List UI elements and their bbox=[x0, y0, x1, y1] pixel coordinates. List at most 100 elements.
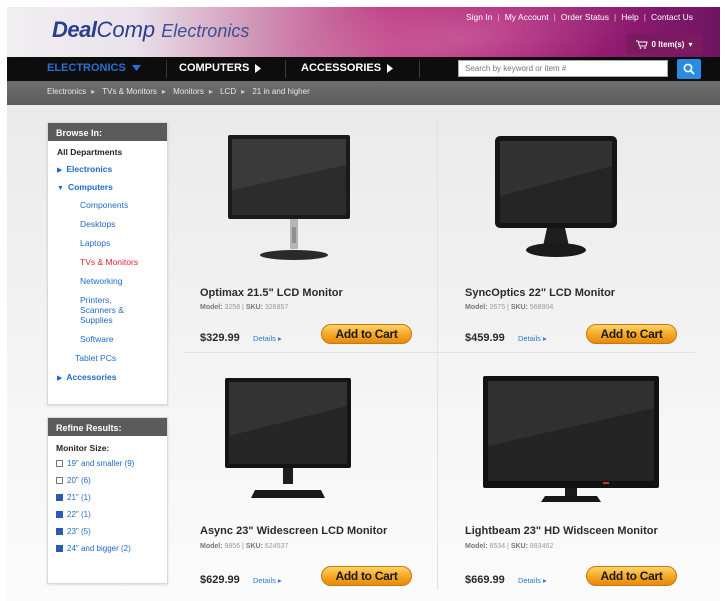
category-accessories-label: Accessories bbox=[66, 372, 117, 382]
triangle-right-icon: ▶ bbox=[57, 375, 63, 382]
details-label: Details bbox=[518, 576, 541, 585]
product-name[interactable]: Optimax 21.5" LCD Monitor bbox=[200, 287, 343, 299]
filter-20[interactable]: 20" (6) bbox=[48, 476, 167, 485]
model-label: Model: bbox=[465, 304, 488, 311]
details-link[interactable]: Details ▸ bbox=[518, 576, 547, 585]
filter-label: 24" and bigger (2) bbox=[67, 544, 131, 553]
sku-label: SKU: bbox=[245, 543, 263, 550]
product-image-monitor[interactable] bbox=[225, 378, 351, 508]
product-name[interactable]: Async 23" Widescreen LCD Monitor bbox=[200, 525, 387, 537]
contact-us-link[interactable]: Contact Us bbox=[646, 12, 698, 22]
checkbox-checked[interactable] bbox=[56, 511, 63, 518]
breadcrumb-monitors[interactable]: Monitors bbox=[173, 87, 204, 96]
search-icon bbox=[683, 63, 695, 75]
category-computers-label: Computers bbox=[67, 182, 113, 192]
model-label: Model: bbox=[465, 543, 488, 550]
cart-button[interactable]: 0 Item(s) ▾ bbox=[626, 34, 702, 54]
nav-divider bbox=[166, 60, 167, 78]
logo-electronics: Electronics bbox=[161, 21, 250, 41]
filter-label: 23" (5) bbox=[67, 527, 91, 536]
filter-23[interactable]: 23" (5) bbox=[48, 527, 167, 536]
category-list: All Departments ▶ Electronics ▼ Computers … bbox=[48, 141, 167, 382]
filter-22[interactable]: 22" (1) bbox=[48, 510, 167, 519]
add-to-cart-button[interactable]: Add to Cart bbox=[586, 324, 677, 344]
cart-icon bbox=[635, 40, 648, 49]
product-meta: Model: 9856 | SKU: 624537 bbox=[200, 543, 289, 550]
sign-in-link[interactable]: Sign In bbox=[461, 12, 497, 22]
subcategory-tvs-monitors[interactable]: TVs & Monitors bbox=[57, 257, 167, 267]
subcategory-laptops[interactable]: Laptops bbox=[57, 238, 167, 248]
search-input[interactable] bbox=[458, 60, 668, 77]
category-electronics[interactable]: ▶ Electronics bbox=[57, 164, 167, 174]
breadcrumb-electronics[interactable]: Electronics bbox=[47, 87, 86, 96]
subcategory-desktops[interactable]: Desktops bbox=[57, 219, 167, 229]
breadcrumb-lcd[interactable]: LCD bbox=[220, 87, 236, 96]
category-computers[interactable]: ▼ Computers bbox=[57, 182, 167, 192]
filter-label: 22" (1) bbox=[67, 510, 91, 519]
model-number: 3258 bbox=[224, 304, 241, 311]
help-link[interactable]: Help bbox=[616, 12, 643, 22]
my-account-link[interactable]: My Account bbox=[500, 12, 554, 22]
subcategory-tablet-pcs[interactable]: Tablet PCs bbox=[57, 353, 167, 363]
product-meta: Model: 6534 | SKU: 893462 bbox=[465, 543, 554, 550]
filter-24-and-bigger[interactable]: 24" and bigger (2) bbox=[48, 544, 167, 553]
sku-number: 326857 bbox=[264, 304, 289, 311]
breadcrumb-tvs-monitors[interactable]: TVs & Monitors bbox=[102, 87, 157, 96]
refine-title: Refine Results: bbox=[48, 418, 167, 436]
details-link[interactable]: Details ▸ bbox=[253, 334, 282, 343]
browse-panel: Browse In: All Departments ▶ Electronics … bbox=[47, 122, 168, 405]
product-name[interactable]: Lightbeam 23" HD Widsceen Monitor bbox=[465, 525, 658, 537]
product-card: Async 23" Widescreen LCD Monitor Model: … bbox=[200, 360, 440, 590]
product-image-monitor[interactable] bbox=[228, 135, 350, 265]
filter-21[interactable]: 21" (1) bbox=[48, 493, 167, 502]
details-link[interactable]: Details ▸ bbox=[253, 576, 282, 585]
checkbox-checked[interactable] bbox=[56, 494, 63, 501]
chevron-right-icon bbox=[387, 63, 394, 73]
refine-panel: Refine Results: Monitor Size: 19" and sm… bbox=[47, 417, 168, 584]
checkbox-checked[interactable] bbox=[56, 545, 63, 552]
product-image-monitor[interactable] bbox=[495, 136, 617, 266]
subcategory-software[interactable]: Software bbox=[57, 334, 167, 344]
subcategory-networking[interactable]: Networking bbox=[57, 276, 167, 286]
order-status-link[interactable]: Order Status bbox=[556, 12, 614, 22]
category-all-departments[interactable]: All Departments bbox=[57, 147, 167, 157]
details-link[interactable]: Details ▸ bbox=[518, 334, 547, 343]
checkbox-checked[interactable] bbox=[56, 528, 63, 535]
checkbox[interactable] bbox=[56, 460, 63, 467]
add-to-cart-button[interactable]: Add to Cart bbox=[321, 324, 412, 344]
subcategory-components[interactable]: Components bbox=[57, 200, 167, 210]
category-electronics-label: Electronics bbox=[66, 164, 113, 174]
model-number: 6534 bbox=[489, 543, 506, 550]
product-card: Lightbeam 23" HD Widsceen Monitor Model:… bbox=[465, 360, 705, 590]
triangle-right-icon: ▶ bbox=[57, 167, 63, 174]
filter-label: 20" (6) bbox=[67, 476, 91, 485]
subcategory-printers[interactable]: Printers, Scanners & Supplies bbox=[57, 295, 143, 325]
sku-label: SKU: bbox=[245, 304, 263, 311]
nav-computers[interactable]: COMPUTERS bbox=[179, 62, 262, 74]
nav-computers-label: COMPUTERS bbox=[179, 62, 250, 74]
nav-electronics[interactable]: ELECTRONICS bbox=[47, 62, 141, 74]
model-number: 2675 bbox=[489, 304, 506, 311]
checkbox[interactable] bbox=[56, 477, 63, 484]
search-button[interactable] bbox=[677, 59, 701, 79]
product-image-monitor[interactable] bbox=[483, 376, 659, 506]
add-to-cart-button[interactable]: Add to Cart bbox=[586, 566, 677, 586]
sku-number: 893462 bbox=[529, 543, 554, 550]
category-accessories[interactable]: ▶ Accessories bbox=[57, 372, 167, 382]
sku-label: SKU: bbox=[510, 304, 528, 311]
breadcrumb-arrow-icon: ▸ bbox=[161, 87, 166, 96]
product-price: $669.99 bbox=[465, 574, 505, 586]
product-name[interactable]: SyncOptics 22" LCD Monitor bbox=[465, 287, 615, 299]
product-price: $459.99 bbox=[465, 332, 505, 344]
nav-accessories[interactable]: ACCESSORIES bbox=[301, 62, 394, 74]
breadcrumb: Electronics ▸ TVs & Monitors ▸ Monitors ▸ L… bbox=[7, 81, 720, 105]
add-to-cart-button[interactable]: Add to Cart bbox=[321, 566, 412, 586]
site-logo[interactable]: DealComp Electronics bbox=[52, 17, 249, 43]
filter-19-and-smaller[interactable]: 19" and smaller (9) bbox=[48, 459, 167, 468]
triangle-down-icon: ▼ bbox=[57, 185, 64, 192]
model-label: Model: bbox=[200, 543, 223, 550]
product-card: Optimax 21.5" LCD Monitor Model: 3258 | … bbox=[200, 120, 440, 350]
refine-group-title: Monitor Size: bbox=[56, 443, 110, 453]
details-label: Details bbox=[253, 334, 276, 343]
breadcrumb-arrow-icon: ▸ bbox=[91, 87, 96, 96]
